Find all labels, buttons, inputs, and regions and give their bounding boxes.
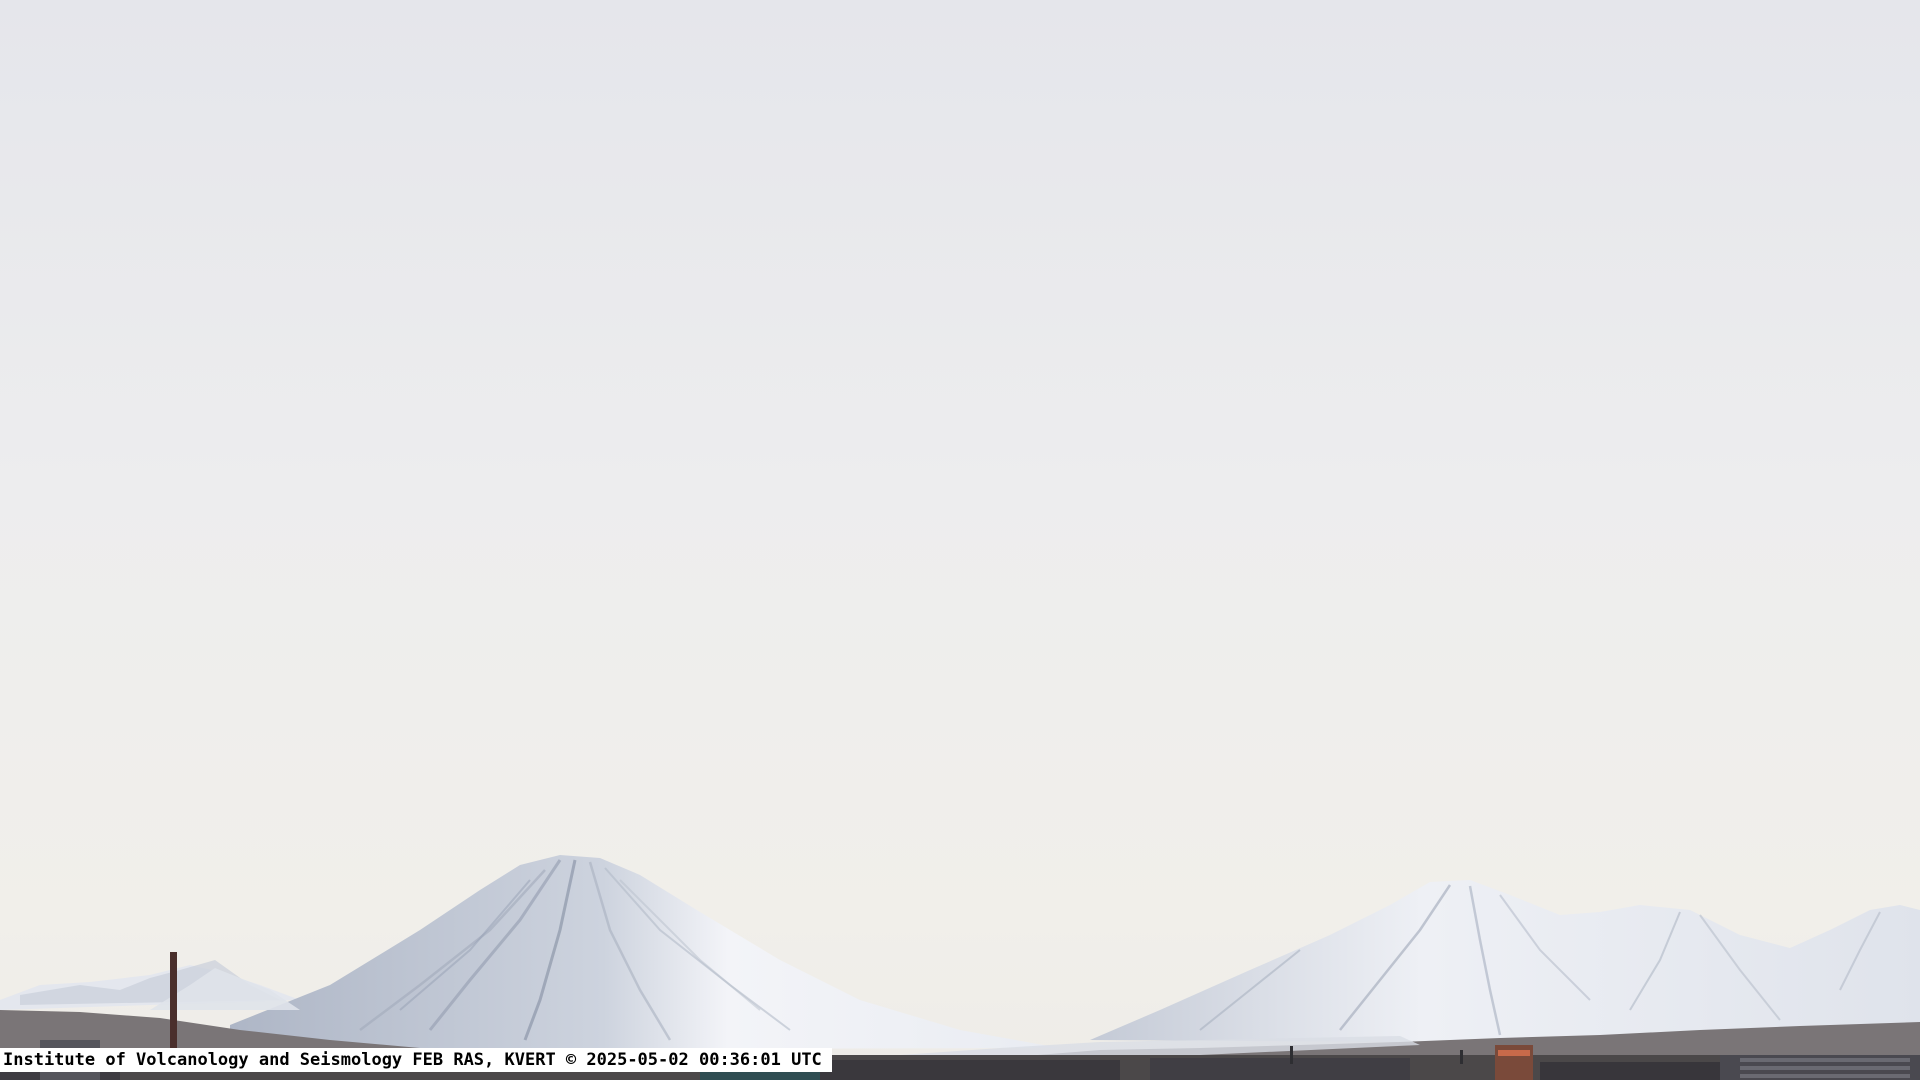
webcam-caption: Institute of Volcanology and Seismology … bbox=[0, 1048, 832, 1072]
smokestack bbox=[170, 952, 177, 1052]
webcam-scene bbox=[0, 0, 1920, 1080]
webcam-frame: Institute of Volcanology and Seismology … bbox=[0, 0, 1920, 1080]
